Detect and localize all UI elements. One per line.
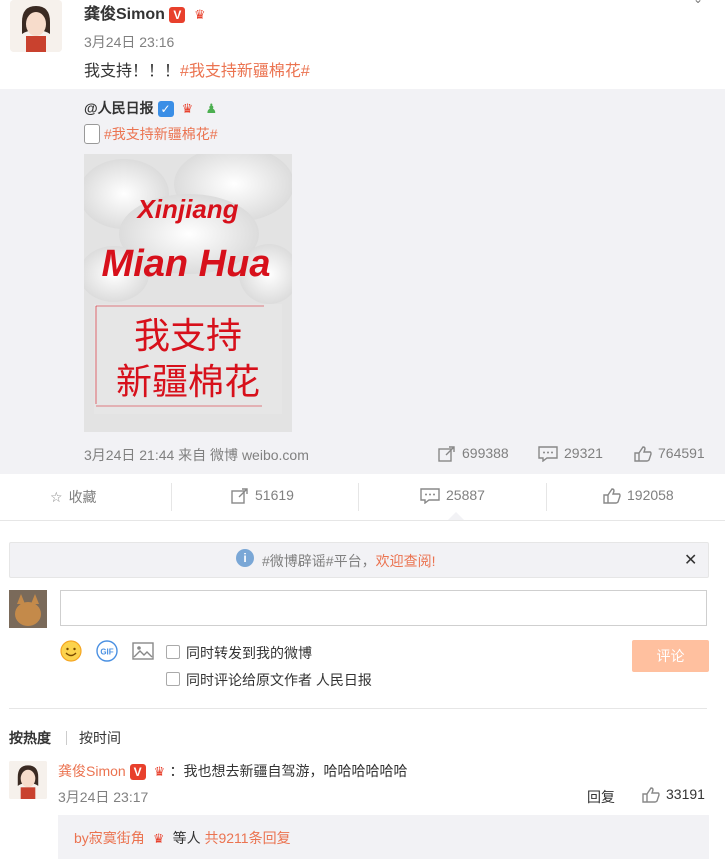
replies-summary[interactable]: by寂寞街角 ♛ 等人 共9211条回复 — [74, 828, 291, 848]
repost-checkbox[interactable] — [166, 645, 180, 659]
notice-link[interactable]: 欢迎查阅! — [376, 553, 436, 569]
image-line2: Mian Hua — [102, 243, 271, 285]
chevron-down-icon[interactable]: ⌄ — [693, 0, 707, 6]
comment-button[interactable]: 25887 — [420, 487, 485, 505]
comment-pointer — [448, 512, 464, 520]
divider — [171, 483, 172, 511]
reply-mid: 等人 — [168, 830, 205, 846]
original-comment-count: 29321 — [564, 445, 603, 461]
comment-original-label[interactable]: 同时评论给原文作者 人民日报 — [186, 670, 372, 690]
comment-time: 3月24日 23:17 — [58, 789, 149, 805]
divider — [358, 483, 359, 511]
star-icon: ☆ — [50, 489, 63, 505]
repost-count: 51619 — [255, 487, 294, 503]
thumbs-up-icon — [634, 446, 652, 462]
figure-icon: ♟ — [205, 101, 218, 117]
share-icon — [438, 446, 455, 462]
crown-icon: ♛ — [193, 6, 206, 22]
gif-icon[interactable]: GIF — [96, 640, 118, 662]
comment-like-button[interactable]: 33191 — [642, 786, 705, 803]
comment-text: ：我也想去新疆自驾游，哈哈哈哈哈哈 — [169, 763, 408, 779]
image-line3: 我支持 — [134, 316, 242, 357]
divider — [9, 708, 707, 709]
comment-body: 龚俊Simon V ♛ ：我也想去新疆自驾游，哈哈哈哈哈哈 — [58, 761, 407, 781]
crown-icon: ♛ — [152, 831, 165, 847]
notice-text: #微博辟谣#平台，欢迎查阅! — [262, 551, 435, 571]
original-comment-stat[interactable]: 29321 — [538, 445, 603, 463]
original-hashtag-line[interactable]: #我支持新疆棉花# — [84, 124, 218, 145]
sort-by-time[interactable]: 按时间 — [79, 728, 121, 748]
reply-button[interactable]: 回复 — [587, 787, 615, 807]
post-hashtag[interactable]: #我支持新疆棉花# — [180, 63, 310, 80]
original-hashtag[interactable]: #我支持新疆棉花# — [104, 126, 218, 142]
svg-text:GIF: GIF — [100, 648, 113, 657]
image-icon[interactable] — [132, 640, 154, 662]
divider — [546, 483, 547, 511]
comment-original-checkbox[interactable] — [166, 672, 180, 686]
post-time[interactable]: 3月24日 23:16 — [84, 32, 174, 52]
comment-icon — [420, 488, 440, 505]
thumbs-up-icon — [642, 787, 660, 803]
original-meta[interactable]: 3月24日 21:44 来自 微博 weibo.com — [84, 445, 309, 465]
comment-count: 25887 — [446, 487, 485, 503]
post-author[interactable]: 龚俊Simon V ♛ — [84, 0, 210, 24]
reply-by[interactable]: by寂寞街角 — [74, 830, 145, 846]
post-text-prefix: 我支持！！！ — [84, 63, 181, 80]
verified-badge-icon: V — [129, 764, 146, 781]
notice-prefix: #微博辟谣#平台， — [262, 553, 376, 569]
post-image[interactable]: Xinjiang Mian Hua 我支持 新疆棉花 — [84, 154, 292, 432]
image-line4: 新疆棉花 — [116, 362, 260, 403]
original-repost-count: 699388 — [462, 445, 509, 461]
comment-input[interactable] — [60, 590, 707, 626]
share-icon — [231, 488, 248, 504]
divider — [66, 731, 67, 745]
verified-blue-icon: ✓ — [157, 101, 174, 118]
repost-checkbox-label[interactable]: 同时转发到我的微博 — [186, 643, 312, 663]
original-author[interactable]: @人民日报 ✓ ♛ ♟ — [84, 98, 221, 118]
close-icon[interactable]: ✕ — [684, 550, 697, 570]
like-count: 192058 — [627, 487, 674, 503]
crown-icon: ♛ — [153, 764, 166, 780]
info-icon: i — [236, 549, 254, 567]
reply-count[interactable]: 共9211条回复 — [204, 830, 290, 846]
comment-avatar[interactable] — [9, 761, 47, 799]
repost-button[interactable]: 51619 — [231, 487, 294, 504]
sort-by-hot[interactable]: 按热度 — [9, 728, 51, 748]
post-text: 我支持！！！#我支持新疆棉花# — [84, 57, 310, 81]
verified-badge-icon: V — [169, 6, 186, 23]
emoji-icon[interactable] — [60, 640, 82, 662]
submit-comment-button[interactable]: 评论 — [632, 640, 709, 672]
microphone-icon — [84, 124, 100, 145]
original-repost-stat[interactable]: 699388 — [438, 445, 509, 462]
author-avatar[interactable] — [10, 0, 62, 52]
favorite-label: 收藏 — [68, 489, 97, 505]
original-author-name[interactable]: @人民日报 — [84, 100, 154, 116]
original-like-count: 764591 — [658, 445, 705, 461]
crown-icon: ♛ — [181, 101, 194, 117]
post-author-name[interactable]: 龚俊Simon — [84, 6, 165, 23]
thumbs-up-icon — [603, 488, 621, 504]
original-like-stat[interactable]: 764591 — [634, 445, 705, 462]
my-avatar[interactable] — [9, 590, 47, 628]
favorite-button[interactable]: ☆ 收藏 — [50, 487, 97, 507]
comment-icon — [538, 446, 558, 463]
comment-like-count: 33191 — [666, 786, 705, 802]
like-button[interactable]: 192058 — [603, 487, 674, 504]
comment-author[interactable]: 龚俊Simon — [58, 763, 126, 779]
image-line1: Xinjiang — [135, 194, 238, 224]
